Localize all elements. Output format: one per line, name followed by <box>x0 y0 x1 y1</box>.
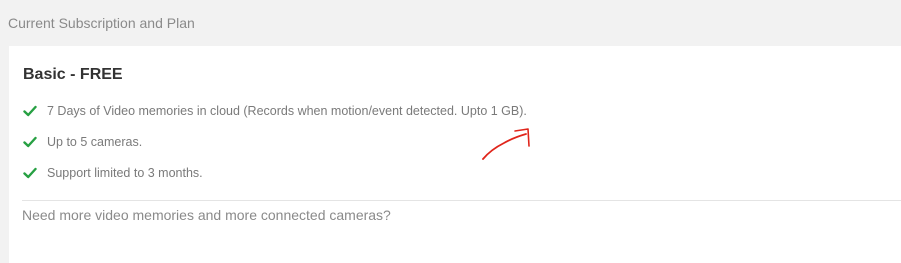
arrow-annotation <box>482 128 530 160</box>
feature-item: Up to 5 cameras. <box>23 132 142 152</box>
plan-card: Basic - FREE 7 Days of Video memories in… <box>9 46 901 263</box>
check-icon <box>23 105 37 117</box>
card-divider <box>22 200 901 201</box>
plan-name: Basic - FREE <box>23 66 123 83</box>
page: Current Subscription and Plan Basic - FR… <box>0 0 901 263</box>
check-icon <box>23 136 37 148</box>
feature-item: 7 Days of Video memories in cloud (Recor… <box>23 101 527 121</box>
feature-label: Support limited to 3 months. <box>47 166 203 180</box>
check-icon <box>23 167 37 179</box>
feature-item: Support limited to 3 months. <box>23 163 203 183</box>
upsell-text: Need more video memories and more connec… <box>22 207 391 223</box>
section-title: Current Subscription and Plan <box>8 15 195 31</box>
feature-label: Up to 5 cameras. <box>47 135 143 149</box>
feature-label: 7 Days of Video memories in cloud (Recor… <box>47 104 527 118</box>
